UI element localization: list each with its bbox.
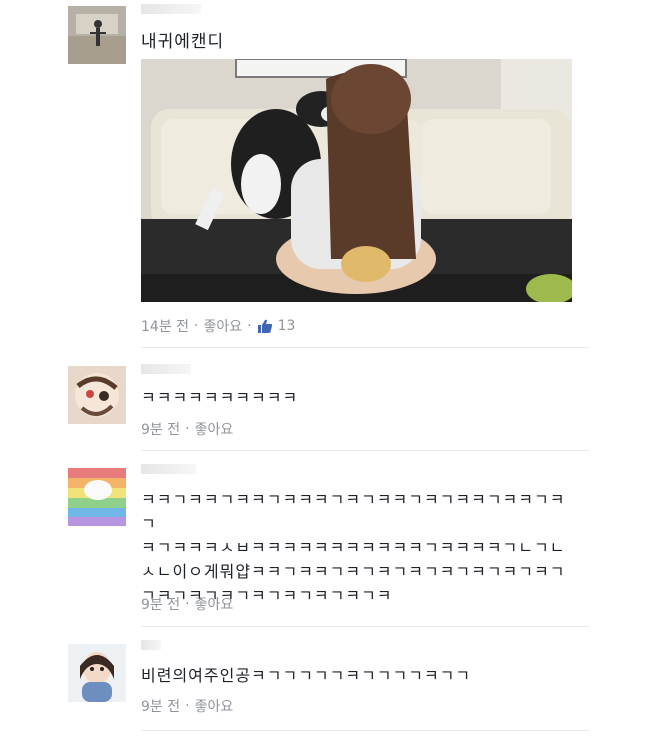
like-link[interactable]: 좋아요 <box>203 316 242 336</box>
meta-separator: · <box>185 596 190 612</box>
divider <box>141 626 589 627</box>
meta-separator: · <box>194 318 199 334</box>
attached-photo[interactable] <box>141 59 572 302</box>
avatar[interactable] <box>68 366 126 424</box>
comment-text: 비련의여주인공ㅋㄱㄱㄱㄱㄱㅋㄱㄱㄱㄱㅋㄱㄱ <box>141 666 472 685</box>
divider <box>141 450 589 451</box>
author-name-redacted <box>141 364 191 374</box>
avatar[interactable] <box>68 6 126 64</box>
divider <box>141 730 589 731</box>
comment-text: ㅋㅋㄱㅋㅋㄱㅋㅋㄱㅋㅋㅋㄱㅋㄱㅋㅋㄱㅋㄱㅋㅋㄱㅋㅋㄱㅋㄱ ㅋㄱㅋㅋㅋㅅㅂㅋㅋㅋㅋ… <box>141 490 566 605</box>
avatar[interactable] <box>68 468 126 526</box>
comment-meta: 9분 전 · 좋아요 <box>141 594 233 614</box>
comment-meta: 9분 전 · 좋아요 <box>141 696 233 716</box>
author-name-redacted <box>141 464 196 474</box>
thumbs-up-icon[interactable] <box>257 318 273 334</box>
like-link[interactable]: 좋아요 <box>195 696 234 716</box>
timestamp[interactable]: 9분 전 <box>141 696 180 716</box>
meta-separator: · <box>185 421 190 437</box>
timestamp[interactable]: 9분 전 <box>141 419 180 439</box>
timestamp[interactable]: 9분 전 <box>141 594 180 614</box>
avatar[interactable] <box>68 644 126 702</box>
like-count[interactable]: 13 <box>278 318 296 334</box>
like-link[interactable]: 좋아요 <box>195 594 234 614</box>
comment-text: ㅋㅋㅋㅋㅋㅋㅋㅋㅋㅋ <box>141 388 299 407</box>
author-name-redacted <box>141 4 201 14</box>
divider <box>141 347 589 348</box>
meta-separator: · <box>185 698 190 714</box>
author-name-redacted <box>141 640 161 650</box>
meta-separator: · <box>247 318 252 334</box>
timestamp[interactable]: 14분 전 <box>141 316 189 336</box>
comment-meta: 9분 전 · 좋아요 <box>141 419 233 439</box>
like-link[interactable]: 좋아요 <box>195 419 234 439</box>
comment-meta: 14분 전 · 좋아요 · 13 <box>141 316 295 336</box>
comment-text: 내귀에캔디 <box>141 32 225 52</box>
